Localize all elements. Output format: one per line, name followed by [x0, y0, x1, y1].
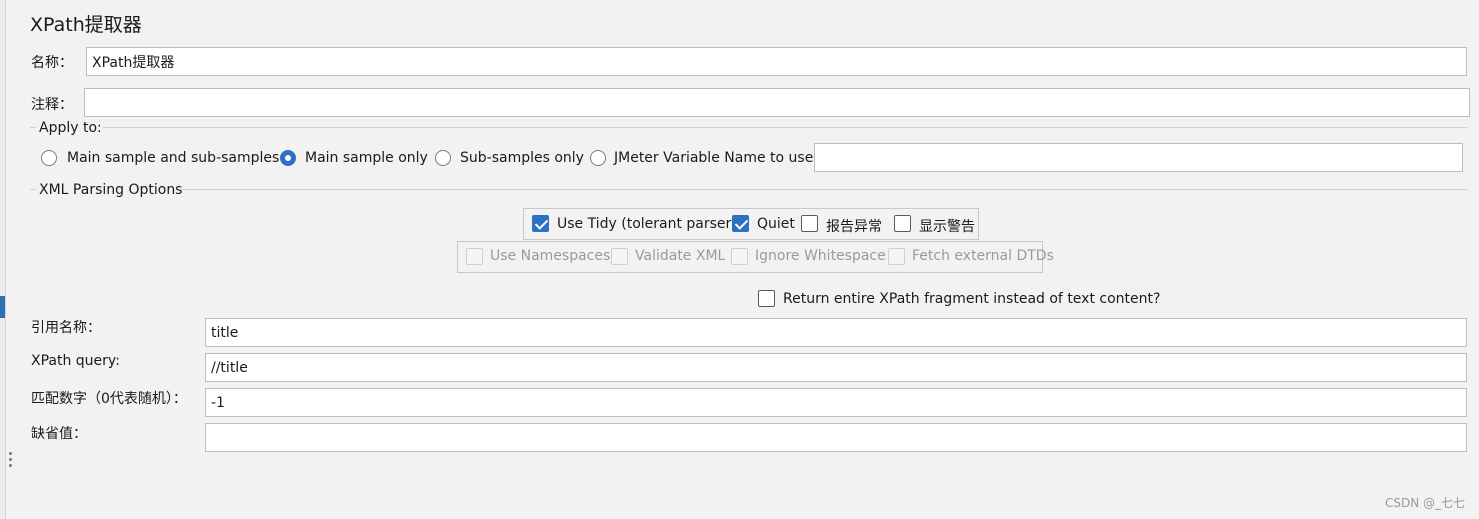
default-value-input[interactable]	[205, 423, 1467, 452]
radio-sub-only-label[interactable]: Sub-samples only	[460, 150, 584, 166]
name-label: 名称：	[31, 55, 73, 71]
radio-main-and-sub-label[interactable]: Main sample and sub-samples	[67, 150, 279, 166]
fetch-dtds-label: Fetch external DTDs	[912, 248, 1054, 264]
selection-marker	[0, 296, 5, 318]
ignore-whitespace-label: Ignore Whitespace	[755, 248, 886, 264]
quiet-label[interactable]: Quiet	[757, 216, 795, 232]
xpath-query-label: XPath query:	[31, 353, 120, 369]
show-warnings-label[interactable]: 显示警告	[919, 216, 975, 236]
xml-options-border	[181, 189, 1467, 190]
use-tidy-label[interactable]: Use Tidy (tolerant parser)	[557, 216, 737, 232]
radio-jmeter-var-label[interactable]: JMeter Variable Name to use	[614, 150, 813, 166]
apply-to-legend: Apply to:	[39, 120, 102, 136]
radio-sub-only[interactable]	[435, 150, 451, 166]
use-namespaces-label: Use Namespaces	[490, 248, 611, 264]
validate-xml-label: Validate XML	[635, 248, 726, 264]
show-warnings-checkbox[interactable]	[894, 215, 911, 232]
name-input[interactable]	[86, 47, 1467, 76]
comment-input[interactable]	[84, 88, 1470, 117]
radio-main-and-sub[interactable]	[41, 150, 57, 166]
comment-label: 注释：	[31, 97, 73, 113]
radio-main-only-label[interactable]: Main sample only	[305, 150, 428, 166]
panel-title: XPath提取器	[30, 14, 142, 36]
jmeter-variable-input[interactable]	[814, 143, 1463, 172]
return-fragment-label[interactable]: Return entire XPath fragment instead of …	[783, 291, 1160, 307]
xpath-query-input[interactable]	[205, 353, 1467, 382]
left-gutter	[0, 0, 6, 519]
default-value-label: 缺省值：	[31, 426, 87, 442]
use-tidy-checkbox[interactable]	[532, 215, 549, 232]
fetch-dtds-checkbox[interactable]	[888, 248, 905, 265]
report-errors-label[interactable]: 报告异常	[826, 216, 882, 236]
ref-name-input[interactable]	[205, 318, 1467, 347]
validate-xml-checkbox[interactable]	[611, 248, 628, 265]
quiet-checkbox[interactable]	[732, 215, 749, 232]
splitter-grip-icon[interactable]	[9, 452, 12, 470]
radio-jmeter-var[interactable]	[590, 150, 606, 166]
return-fragment-checkbox[interactable]	[758, 290, 775, 307]
ref-name-label: 引用名称：	[31, 320, 101, 336]
ignore-whitespace-checkbox[interactable]	[731, 248, 748, 265]
xml-options-border-left	[30, 189, 36, 190]
match-no-label: 匹配数字（0代表随机）：	[31, 391, 187, 407]
xml-options-legend: XML Parsing Options	[39, 182, 183, 198]
watermark: CSDN @_七七	[1384, 496, 1465, 510]
radio-main-only[interactable]	[280, 150, 296, 166]
apply-to-border	[103, 127, 1467, 128]
match-no-input[interactable]	[205, 388, 1467, 417]
apply-to-border-left	[30, 127, 36, 128]
report-errors-checkbox[interactable]	[801, 215, 818, 232]
use-namespaces-checkbox[interactable]	[466, 248, 483, 265]
